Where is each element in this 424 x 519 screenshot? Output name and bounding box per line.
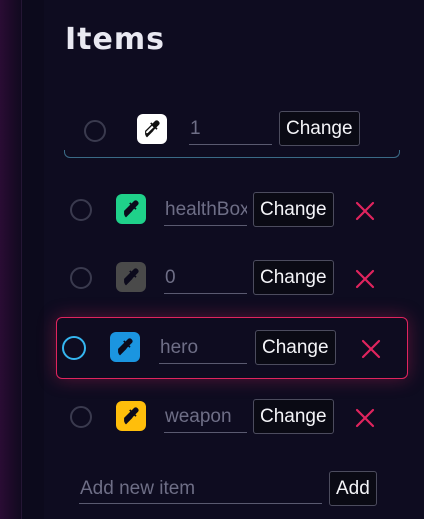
- eyedropper-icon: [145, 120, 160, 138]
- item-name-field[interactable]: [164, 401, 247, 433]
- item-name-field[interactable]: [164, 262, 247, 294]
- eyedropper-icon: [124, 407, 139, 425]
- color-swatch[interactable]: [110, 332, 140, 362]
- delete-icon[interactable]: [360, 338, 382, 360]
- color-swatch[interactable]: [137, 114, 167, 144]
- item-name-field[interactable]: [164, 194, 247, 226]
- item-row-selected: Change: [0, 327, 424, 369]
- item-name-field[interactable]: [189, 113, 272, 145]
- item-radio[interactable]: [70, 267, 92, 289]
- item-row: Change: [0, 257, 424, 299]
- item-radio[interactable]: [84, 120, 106, 142]
- change-button[interactable]: Change: [279, 111, 360, 146]
- color-swatch[interactable]: [116, 194, 146, 224]
- color-swatch[interactable]: [116, 401, 146, 431]
- eyedropper-icon: [118, 338, 133, 356]
- item-name-field[interactable]: [159, 332, 247, 364]
- change-button[interactable]: Change: [253, 192, 334, 227]
- delete-icon[interactable]: [354, 268, 376, 290]
- section-title: Items: [65, 22, 165, 57]
- item-radio[interactable]: [70, 406, 92, 428]
- color-swatch[interactable]: [116, 262, 146, 292]
- eyedropper-icon: [124, 200, 139, 218]
- item-row: Change: [0, 189, 424, 231]
- change-button[interactable]: Change: [253, 260, 334, 295]
- item-radio-selected[interactable]: [62, 336, 86, 360]
- item-row: Change: [0, 108, 424, 150]
- item-row: Change: [0, 396, 424, 438]
- eyedropper-icon: [124, 268, 139, 286]
- add-item-button[interactable]: Add: [329, 471, 377, 506]
- delete-icon[interactable]: [354, 200, 376, 222]
- change-button[interactable]: Change: [253, 399, 334, 434]
- item-radio[interactable]: [70, 199, 92, 221]
- add-item-input[interactable]: [79, 474, 322, 504]
- delete-icon[interactable]: [354, 407, 376, 429]
- active-row-underline: [64, 150, 400, 158]
- change-button[interactable]: Change: [255, 330, 336, 365]
